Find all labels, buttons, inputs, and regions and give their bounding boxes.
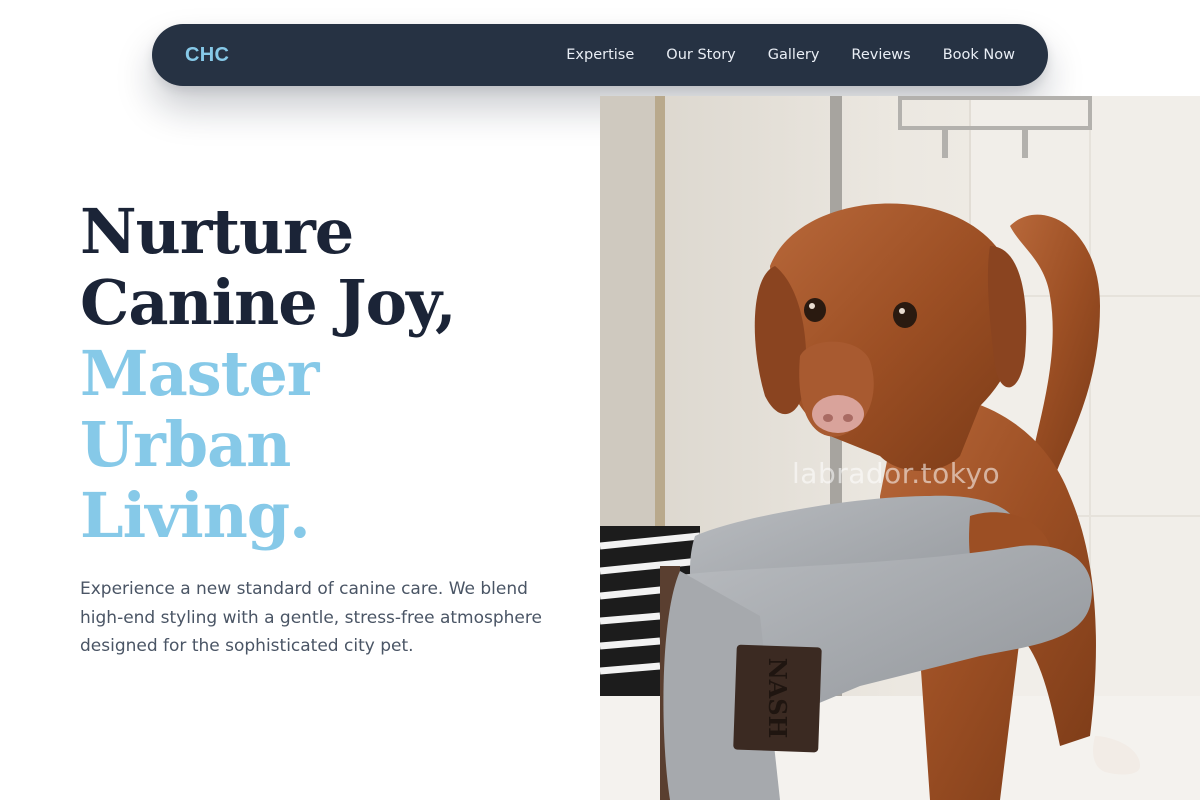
hero-lead-paragraph: Experience a new standard of canine care… — [80, 579, 542, 656]
top-navbar: CHC Expertise Our Story Gallery Reviews … — [152, 24, 1048, 86]
logo[interactable]: CHC — [185, 44, 229, 67]
nav-link-our-story[interactable]: Our Story — [666, 47, 735, 63]
headline-line-5: Living. — [80, 479, 311, 552]
nav-link-gallery[interactable]: Gallery — [768, 47, 820, 63]
headline-line-1: Nurture — [80, 195, 354, 268]
watermark-text: labrador.tokyo — [792, 457, 1001, 490]
headline-line-2: Canine Joy, — [80, 266, 457, 339]
headline-line-4: Urban — [80, 408, 291, 481]
headline-line-3: Master — [80, 337, 319, 410]
nav-links: Expertise Our Story Gallery Reviews Book… — [566, 47, 1015, 63]
dog-bath-illustration: NASH — [600, 96, 1200, 800]
hero-image-dog-bath: NASH labrador.tokyo — [600, 96, 1200, 800]
hero-headline: Nurture Canine Joy, Master Urban Living. — [80, 195, 457, 552]
nav-link-reviews[interactable]: Reviews — [851, 47, 910, 63]
nav-link-expertise[interactable]: Expertise — [566, 47, 634, 63]
glove-tag-text: NASH — [763, 658, 792, 739]
nav-link-book-now[interactable]: Book Now — [943, 47, 1015, 63]
